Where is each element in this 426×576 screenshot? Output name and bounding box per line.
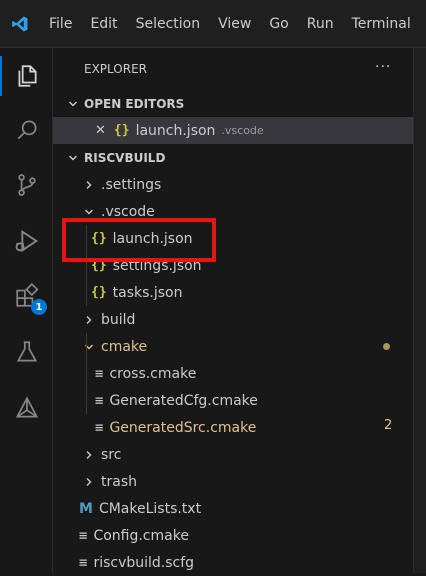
open-editors-label: OPEN EDITORS <box>84 96 185 111</box>
explorer-title: EXPLORER <box>84 62 147 76</box>
file-generatedcfg-cmake[interactable]: ≡ GeneratedCfg.cmake <box>53 387 426 414</box>
chevron-right-icon <box>81 315 97 325</box>
extensions-badge: 1 <box>31 299 47 315</box>
modified-dot-icon <box>383 343 390 350</box>
folder-src[interactable]: src <box>53 441 426 468</box>
file-config-cmake[interactable]: ≡ Config.cmake <box>53 522 426 549</box>
file-label: GeneratedSrc.cmake <box>109 419 257 436</box>
indent-guide <box>86 225 87 306</box>
json-file-icon: {} <box>91 285 107 300</box>
folder-label: src <box>101 446 122 463</box>
text-file-icon: ≡ <box>79 527 88 544</box>
explorer-header: EXPLORER ··· <box>53 48 426 90</box>
file-cross-cmake[interactable]: ≡ cross.cmake <box>53 360 426 387</box>
more-actions-icon[interactable]: ··· <box>375 59 391 75</box>
cmake-icon[interactable] <box>0 384 53 432</box>
text-file-icon: ≡ <box>95 419 104 436</box>
menu-view[interactable]: View <box>209 0 260 47</box>
file-label: riscvbuild.scfg <box>93 554 195 571</box>
text-file-icon: ≡ <box>79 554 88 571</box>
file-launch-json[interactable]: {} launch.json <box>53 225 426 252</box>
chevron-down-icon <box>65 153 81 163</box>
workspace-label: RISCVBUILD <box>84 150 166 165</box>
json-file-icon: {} <box>91 231 107 246</box>
activity-bar: 1 <box>0 48 53 573</box>
run-debug-icon[interactable] <box>0 217 53 265</box>
text-file-icon: ≡ <box>95 365 104 382</box>
workspace-header[interactable]: RISCVBUILD <box>53 144 426 171</box>
chevron-right-icon <box>81 450 97 460</box>
folder-build[interactable]: build <box>53 306 426 333</box>
folder-label: .vscode <box>101 203 155 220</box>
json-file-icon: {} <box>91 258 107 273</box>
indent-guide <box>86 333 87 414</box>
explorer-sidebar: EXPLORER ··· OPEN EDITORS ✕ {} launch.js… <box>53 48 426 573</box>
folder-label: cmake <box>101 338 148 355</box>
open-editor-folder: .vscode <box>221 124 264 137</box>
close-icon[interactable]: ✕ <box>95 123 106 138</box>
file-label: CMakeLists.txt <box>98 500 202 517</box>
file-generatedsrc-cmake[interactable]: ≡ GeneratedSrc.cmake 2 <box>53 414 426 441</box>
chevron-down-icon <box>65 99 81 109</box>
cmake-file-icon: M <box>79 500 93 517</box>
menu-selection[interactable]: Selection <box>127 0 210 47</box>
chevron-right-icon <box>81 180 97 190</box>
open-editors-header[interactable]: OPEN EDITORS <box>53 90 426 117</box>
text-file-icon: ≡ <box>95 392 104 409</box>
file-label: launch.json <box>112 230 193 247</box>
testing-icon[interactable] <box>0 328 53 376</box>
menu-terminal[interactable]: Terminal <box>343 0 420 47</box>
menu-edit[interactable]: Edit <box>81 0 126 47</box>
folder-cmake[interactable]: cmake <box>53 333 426 360</box>
title-bar: File Edit Selection View Go Run Terminal <box>0 0 426 48</box>
chevron-down-icon <box>81 342 97 352</box>
file-label: cross.cmake <box>109 365 197 382</box>
file-label: tasks.json <box>112 284 183 301</box>
source-control-icon[interactable] <box>0 161 53 209</box>
file-label: settings.json <box>112 257 202 274</box>
vscode-logo-icon <box>0 0 40 47</box>
folder-vscode[interactable]: .vscode <box>53 198 426 225</box>
json-file-icon: {} <box>113 123 130 138</box>
open-editor-item[interactable]: ✕ {} launch.json .vscode <box>53 117 426 144</box>
editor-edge <box>413 48 426 573</box>
file-settings-json[interactable]: {} settings.json <box>53 252 426 279</box>
folder-trash[interactable]: trash <box>53 468 426 495</box>
file-cmakelists[interactable]: M CMakeLists.txt <box>53 495 426 522</box>
problem-count: 2 <box>384 418 393 433</box>
file-riscvbuild-scfg[interactable]: ≡ riscvbuild.scfg <box>53 549 426 576</box>
file-tasks-json[interactable]: {} tasks.json <box>53 279 426 306</box>
file-label: Config.cmake <box>93 527 189 544</box>
folder-settings[interactable]: .settings <box>53 171 426 198</box>
menu-file[interactable]: File <box>40 0 81 47</box>
menu-go[interactable]: Go <box>260 0 297 47</box>
folder-label: build <box>101 311 136 328</box>
folder-label: trash <box>101 473 137 490</box>
file-label: GeneratedCfg.cmake <box>109 392 258 409</box>
menu-run[interactable]: Run <box>298 0 343 47</box>
folder-label: .settings <box>101 176 162 193</box>
extensions-icon[interactable]: 1 <box>0 272 53 320</box>
chevron-right-icon <box>81 477 97 487</box>
search-icon[interactable] <box>0 106 53 154</box>
open-editor-filename: launch.json <box>135 122 216 139</box>
chevron-down-icon <box>81 207 97 217</box>
explorer-icon[interactable] <box>0 52 53 100</box>
